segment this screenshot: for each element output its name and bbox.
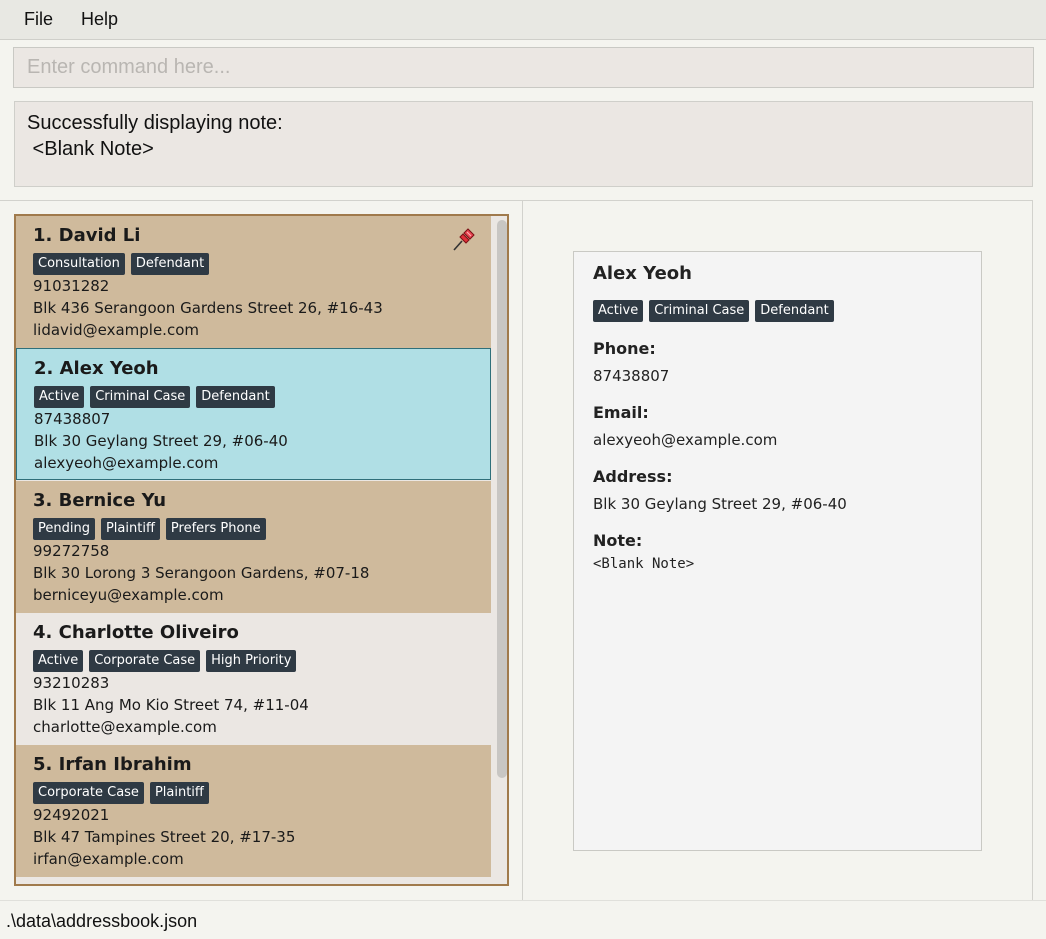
- person-name: 2. Alex Yeoh: [34, 358, 159, 379]
- person-phone: 91031282: [33, 277, 110, 295]
- person-list[interactable]: 1. David Li Consultation Defendant 91031282…: [14, 214, 509, 886]
- tag-label: Active: [34, 386, 85, 408]
- detail-email: alexyeoh@example.com: [593, 431, 778, 449]
- tag-label: Criminal Case: [649, 300, 750, 322]
- panel-divider: [522, 201, 523, 900]
- tag-label: Active: [593, 300, 644, 322]
- person-email: charlotte@example.com: [33, 718, 217, 736]
- person-card[interactable]: 5. Irfan Ibrahim Corporate Case Plaintiff 9…: [16, 745, 491, 877]
- person-name: 3. Bernice Yu: [33, 490, 167, 511]
- detail-address: Blk 30 Geylang Street 29, #06-40: [593, 495, 847, 513]
- person-tags: Active Criminal Case Defendant: [34, 386, 473, 408]
- detail-phone-label: Phone:: [593, 339, 656, 358]
- person-address: Blk 47 Tampines Street 20, #17-35: [33, 828, 296, 846]
- person-address: Blk 436 Serangoon Gardens Street 26, #16…: [33, 299, 383, 317]
- tag-label: Plaintiff: [100, 518, 160, 540]
- menu-help[interactable]: Help: [67, 9, 132, 30]
- tag-label: High Priority: [206, 650, 297, 672]
- tag-label: Criminal Case: [90, 386, 191, 408]
- status-bar-path: .\data\addressbook.json: [0, 900, 1046, 939]
- person-card[interactable]: 4. Charlotte Oliveiro Active Corporate Cas…: [16, 613, 491, 745]
- tag-label: Defendant: [130, 253, 210, 275]
- person-email: alexyeoh@example.com: [34, 454, 219, 472]
- tag-label: Prefers Phone: [165, 518, 266, 540]
- person-tags: Active Corporate Case High Priority: [33, 650, 474, 672]
- detail-tags: Active Criminal Case Defendant: [593, 300, 962, 322]
- scrollbar-thumb[interactable]: [497, 220, 507, 778]
- pushpin-icon: [453, 228, 475, 251]
- detail-phone: 87438807: [593, 367, 670, 385]
- tag-label: Defendant: [196, 386, 275, 408]
- tag-label: Pending: [33, 518, 95, 540]
- result-display: Successfully displaying note: <Blank Not…: [14, 101, 1033, 187]
- person-card[interactable]: 3. Bernice Yu Pending Plaintiff Prefers Pho…: [16, 481, 491, 613]
- detail-note-label: Note:: [593, 531, 643, 550]
- person-name: 1. David Li: [33, 225, 141, 246]
- tag-label: Defendant: [755, 300, 834, 322]
- person-tags: Corporate Case Plaintiff: [33, 782, 474, 804]
- tag-label: Active: [33, 650, 84, 672]
- person-detail-panel: Alex Yeoh Active Criminal Case Defendant P…: [573, 251, 982, 851]
- detail-note: <Blank Note>: [593, 556, 695, 572]
- detail-name: Alex Yeoh: [593, 263, 692, 284]
- detail-address-label: Address:: [593, 467, 673, 486]
- person-phone: 92492021: [33, 806, 110, 824]
- menu-file[interactable]: File: [10, 9, 67, 30]
- tag-label: Corporate Case: [33, 782, 144, 804]
- person-tags: Pending Plaintiff Prefers Phone: [33, 518, 474, 540]
- person-email: irfan@example.com: [33, 850, 184, 868]
- person-address: Blk 30 Lorong 3 Serangoon Gardens, #07-1…: [33, 564, 370, 582]
- detail-email-label: Email:: [593, 403, 649, 422]
- person-address: Blk 30 Geylang Street 29, #06-40: [34, 432, 288, 450]
- person-card[interactable]: 2. Alex Yeoh Active Criminal Case Defendant…: [16, 348, 491, 480]
- command-input[interactable]: [13, 47, 1034, 88]
- tag-label: Corporate Case: [89, 650, 201, 672]
- person-card[interactable]: 1. David Li Consultation Defendant 91031282…: [16, 216, 491, 348]
- person-phone: 87438807: [34, 410, 111, 428]
- person-phone: 93210283: [33, 674, 110, 692]
- person-phone: 99272758: [33, 542, 110, 560]
- person-email: berniceyu@example.com: [33, 586, 224, 604]
- person-address: Blk 11 Ang Mo Kio Street 74, #11-04: [33, 696, 309, 714]
- person-name: 5. Irfan Ibrahim: [33, 754, 192, 775]
- menu-bar: File Help: [0, 0, 1046, 40]
- tag-label: Consultation: [33, 253, 125, 275]
- person-name: 4. Charlotte Oliveiro: [33, 622, 239, 643]
- tag-label: Plaintiff: [149, 782, 209, 804]
- person-tags: Consultation Defendant: [33, 253, 474, 275]
- person-email: lidavid@example.com: [33, 321, 199, 339]
